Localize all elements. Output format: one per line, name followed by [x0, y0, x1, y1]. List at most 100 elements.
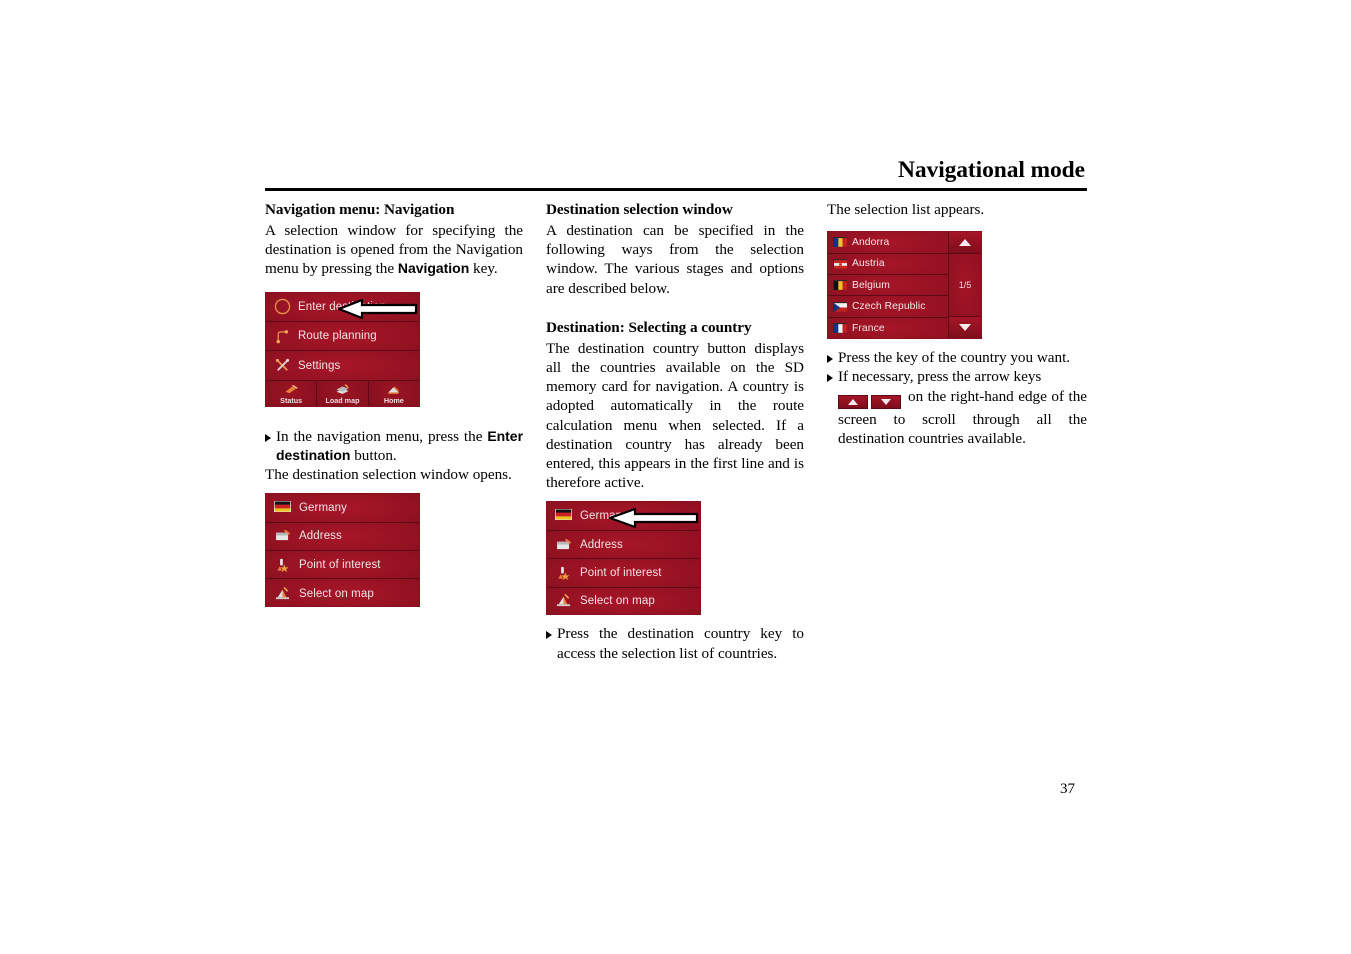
select-on-map-icon: [555, 594, 572, 608]
dest-label-select-on-map: Select on map: [580, 595, 655, 608]
country-item-andorra[interactable]: Andorra: [828, 232, 948, 254]
middle-column: Destination selection window A destinati…: [546, 200, 804, 663]
destination-selection-screenshot-left: Germany Address Point of interest Select…: [265, 493, 420, 608]
dest-item-address[interactable]: Address: [266, 522, 419, 551]
bullet-text-part2: button.: [350, 446, 397, 464]
belgium-flag-icon: [833, 280, 847, 291]
scroll-down-arrow-icon: [959, 324, 971, 332]
dest-label-address: Address: [299, 530, 342, 543]
bullet-press-destination-country-key: Press the destination country key to acc…: [546, 624, 804, 662]
scroll-up-arrow-icon: [959, 239, 971, 247]
country-label-czech-republic: Czech Republic: [852, 301, 926, 313]
inline-scroll-down-key[interactable]: [871, 394, 901, 409]
menu-item-label-settings: Settings: [298, 359, 341, 372]
section-heading-destination-selection-window: Destination selection window: [546, 201, 733, 218]
navigation-menu-screenshot: Enter destination Route planning Setting…: [265, 291, 420, 407]
dest-label-germany: Germany: [299, 501, 347, 514]
intro-bold-navigation: Navigation: [397, 260, 470, 277]
paragraph-selecting-a-country: The destination country button displays …: [546, 339, 804, 492]
section-heading-navigation-menu: Navigation menu: Navigation: [265, 201, 455, 218]
country-label-france: France: [852, 322, 885, 334]
country-item-austria[interactable]: Austria: [828, 253, 948, 276]
country-item-france[interactable]: France: [828, 317, 948, 339]
bullet-list-left: In the navigation menu, press the Enter …: [265, 427, 523, 465]
austria-flag-icon: [833, 258, 847, 269]
menu-item-route-planning[interactable]: Route planning: [266, 322, 419, 352]
menu-item-label-enter-destination: Enter destination: [298, 300, 387, 313]
point-of-interest-icon: [274, 558, 291, 572]
country-item-belgium[interactable]: Belgium: [828, 275, 948, 297]
inline-scroll-up-key[interactable]: [838, 394, 868, 409]
menu-item-enter-destination[interactable]: Enter destination: [266, 292, 419, 322]
page-number: 37: [1060, 781, 1075, 797]
germany-flag-icon: [273, 500, 292, 515]
tools-icon: [274, 357, 291, 374]
address-icon: [555, 538, 572, 552]
germany-flag-icon: [554, 508, 573, 523]
intro-text-part2: key.: [469, 260, 498, 278]
toolbar-label-home: Home: [383, 395, 404, 405]
scroll-up-button[interactable]: [949, 232, 981, 255]
dest-item-point-of-interest[interactable]: Point of interest: [547, 559, 700, 588]
dest-item-point-of-interest[interactable]: Point of interest: [266, 551, 419, 580]
country-label-austria: Austria: [852, 258, 885, 270]
dest-label-point-of-interest: Point of interest: [580, 566, 662, 579]
paragraph-destination-selection: A destination can be specified in the fo…: [546, 222, 804, 297]
bullet-list-middle: Press the destination country key to acc…: [546, 624, 804, 662]
bullet-press-country-key: Press the key of the country you want.: [827, 348, 1087, 367]
point-of-interest-icon: [555, 566, 572, 580]
destination-selection-screenshot-middle: Germany Address Point of interest Select…: [546, 501, 701, 616]
page-indicator: 1/5: [958, 280, 972, 291]
country-item-czech-republic[interactable]: Czech Republic: [828, 296, 948, 318]
route-icon: [274, 328, 291, 345]
paragraph-selection-list-appears: The selection list appears.: [827, 201, 985, 218]
toolbar-button-home[interactable]: Home: [368, 380, 419, 406]
menu-item-settings[interactable]: Settings: [266, 351, 419, 381]
andorra-flag-icon: [833, 237, 847, 248]
status-icon: [284, 384, 299, 395]
section-heading-selecting-a-country: Destination: Selecting a country: [546, 318, 752, 336]
dest-item-germany[interactable]: Germany: [266, 494, 419, 523]
down-arrow-icon: [881, 398, 891, 405]
dest-item-select-on-map[interactable]: Select on map: [266, 579, 419, 607]
address-icon: [274, 529, 291, 543]
compass-icon: [274, 298, 291, 315]
bullet-arrow-text-part1: If necessary, press the arrow keys: [838, 368, 1042, 386]
toolbar-label-status: Status: [280, 395, 303, 405]
left-column: Navigation menu: Navigation A selection …: [265, 200, 523, 608]
page-title: Navigational mode: [898, 157, 1085, 183]
dest-item-select-on-map[interactable]: Select on map: [547, 587, 700, 615]
dest-item-address[interactable]: Address: [547, 530, 700, 560]
bullet-list-right: Press the key of the country you want. I…: [827, 348, 1087, 448]
load-map-icon: [335, 384, 350, 395]
czech-republic-flag-icon: [833, 301, 847, 312]
dest-label-point-of-interest: Point of interest: [299, 558, 381, 571]
dest-label-germany: Germany: [580, 510, 628, 523]
menu-item-label-route-planning: Route planning: [298, 330, 377, 343]
dest-label-select-on-map: Select on map: [299, 587, 374, 600]
toolbar-label-load-map: Load map: [325, 395, 360, 405]
dest-item-germany[interactable]: Germany: [547, 502, 700, 531]
inline-arrow-keys: [838, 391, 904, 410]
toolbar-button-status[interactable]: Status: [266, 380, 318, 406]
country-list: Andorra Austria Belgium Czech Republic F…: [828, 232, 948, 339]
country-list-screenshot: Andorra Austria Belgium Czech Republic F…: [827, 231, 982, 340]
scroll-down-button[interactable]: [949, 316, 981, 339]
paragraph-destination-window-opens: The destination selection window opens.: [265, 466, 512, 484]
country-list-scroll-column: 1/5: [948, 232, 981, 339]
select-on-map-icon: [274, 586, 291, 601]
home-icon: [386, 384, 401, 395]
toolbar-button-load-map[interactable]: Load map: [317, 380, 369, 406]
country-label-belgium: Belgium: [852, 279, 890, 291]
page-header: Navigational mode: [265, 157, 1085, 190]
navigation-menu-toolbar: Status Load map Home: [266, 380, 419, 406]
bullet-enter-destination: In the navigation menu, press the Enter …: [265, 427, 523, 465]
france-flag-icon: [833, 323, 847, 334]
paragraph-navigation-intro: A selection window for specifying the de…: [265, 221, 523, 279]
up-arrow-icon: [848, 398, 858, 405]
right-column: The selection list appears. Andorra Aust…: [827, 200, 1087, 448]
country-label-andorra: Andorra: [852, 236, 890, 248]
bullet-text-part1: In the navigation menu, press the: [276, 427, 488, 445]
header-divider: [265, 188, 1087, 191]
dest-label-address: Address: [580, 538, 623, 551]
